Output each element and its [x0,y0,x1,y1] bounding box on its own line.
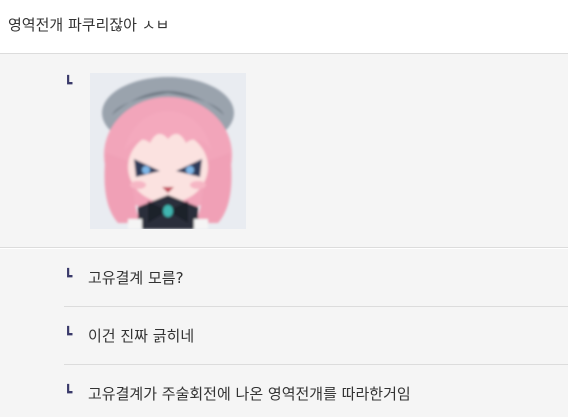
reply-arrow-icon: ┗ [64,269,73,285]
reply-item: ┗ 고유결계가 주술회전에 나온 영역전개를 따라한거임 [0,365,568,417]
reply-arrow-icon: ┗ [64,385,73,401]
reply-text: 이건 진짜 긁히네 [88,327,195,345]
comment: 영역전개 파쿠리잖아 ㅅㅂ [0,0,568,54]
comment-text: 영역전개 파쿠리잖아 ㅅㅂ [8,16,170,34]
reply-arrow-icon: ┗ [64,76,73,92]
anime-girl-sticker[interactable] [90,73,246,229]
reply-item: ┗ 이건 진짜 긁히네 [0,307,568,365]
reply-sticker: ┗ [0,54,568,248]
reply-text: 고유결계 모름? [88,269,184,287]
reply-item: ┗ 고유결계 모름? [0,249,568,307]
reply-text: 고유결계가 주술회전에 나온 영역전개를 따라한거임 [88,385,411,403]
comment-thread: 영역전개 파쿠리잖아 ㅅㅂ ┗ ┗ 고유결계 모름? ┗ 이건 진짜 긁히네 ┗… [0,0,568,417]
reply-arrow-icon: ┗ [64,327,73,343]
